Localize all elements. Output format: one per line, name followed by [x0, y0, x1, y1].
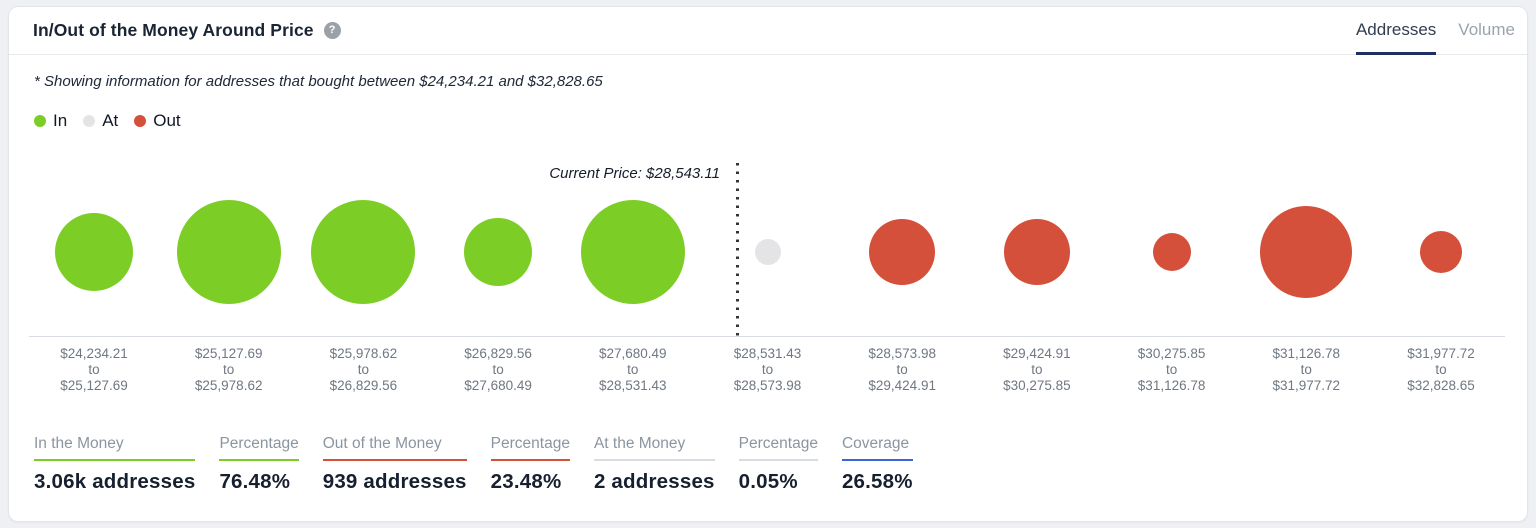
out-dot-icon [134, 115, 147, 127]
axis-price-from: $25,127.69 [194, 346, 263, 361]
axis-price-from: $24,234.21 [60, 346, 128, 361]
tab-bar: Addresses Volume [1355, 7, 1515, 55]
stat-value: 0.05% [738, 470, 798, 493]
x-axis-label: $24,234.21 to $25,127.69 [26, 346, 162, 394]
bubble-in[interactable] [176, 200, 281, 304]
stat-at-the-money: At the Money 2 addresses [593, 435, 715, 494]
x-axis-label: $28,573.98 to $29,424.91 [834, 346, 970, 394]
range-note: * Showing information for addresses that… [34, 73, 603, 90]
tab-volume[interactable]: Volume [1458, 7, 1515, 55]
axis-price-to: $29,424.91 [868, 378, 936, 393]
axis-separator: to [896, 362, 908, 377]
legend-item-out: Out [134, 111, 181, 131]
legend-label: In [53, 111, 68, 130]
x-axis-label: $31,126.78 to $31,977.72 [1238, 346, 1374, 394]
axis-separator: to [761, 362, 774, 377]
stat-label: At the Money [593, 435, 715, 461]
stat-value: 23.48% [490, 470, 562, 493]
axis-separator: to [492, 362, 504, 377]
stat-label: Percentage [738, 435, 818, 461]
axis-separator: to [1165, 362, 1178, 377]
axis-price-from: $30,275.85 [1137, 346, 1206, 361]
stat-label: Percentage [219, 435, 299, 461]
at-dot-icon [83, 115, 96, 127]
x-axis-label: $29,424.91 to $30,275.85 [969, 346, 1105, 394]
stat-percentage: Percentage 23.48% [490, 435, 570, 494]
x-axis-label: $27,680.49 to $28,531.43 [565, 346, 701, 394]
axis-separator: to [1031, 362, 1043, 377]
card-header: In/Out of the Money Around Price ? Addre… [9, 7, 1527, 55]
axis-separator: to [357, 362, 370, 377]
stat-label: Percentage [490, 435, 570, 461]
help-icon[interactable]: ? [323, 22, 341, 39]
axis-price-from: $29,424.91 [1003, 346, 1071, 361]
x-axis-label: $26,829.56 to $27,680.49 [430, 346, 566, 394]
bubble-in[interactable] [55, 213, 133, 291]
bubble-in[interactable] [311, 200, 416, 304]
bubble-out[interactable] [869, 219, 936, 285]
axis-price-to: $28,573.98 [733, 378, 802, 393]
axis-price-to: $30,275.85 [1003, 378, 1071, 393]
axis-price-from: $26,829.56 [464, 346, 532, 361]
in-out-money-card: In/Out of the Money Around Price ? Addre… [8, 6, 1528, 522]
x-axis-label: $25,127.69 to $25,978.62 [161, 346, 297, 394]
stat-label: Out of the Money [322, 435, 467, 461]
axis-price-to: $28,531.43 [599, 378, 667, 393]
bubble-out[interactable] [1260, 206, 1353, 298]
legend-label: At [102, 111, 119, 130]
stat-value: 2 addresses [593, 470, 715, 493]
axis-price-from: $31,977.72 [1407, 346, 1475, 361]
axis-separator: to [88, 362, 100, 377]
axis-price-to: $32,828.65 [1407, 378, 1475, 393]
axis-price-from: $28,531.43 [733, 346, 802, 361]
bubble-at[interactable] [754, 239, 781, 265]
axis-price-to: $27,680.49 [464, 378, 532, 393]
legend-label: Out [153, 111, 181, 130]
page-title: In/Out of the Money Around Price [33, 20, 314, 40]
axis-separator: to [223, 362, 235, 377]
bubble-in[interactable] [464, 218, 533, 286]
stat-value: 26.58% [841, 470, 913, 493]
x-axis-line [29, 336, 1505, 337]
stat-label: Coverage [841, 435, 913, 461]
in-dot-icon [34, 115, 46, 127]
bubble-out[interactable] [1003, 219, 1070, 285]
x-axis-label: $25,978.62 to $26,829.56 [295, 346, 431, 394]
legend-item-at: At [83, 111, 118, 131]
stat-in-the-money: In the Money 3.06k addresses [34, 435, 196, 494]
axis-price-from: $28,573.98 [868, 346, 936, 361]
x-axis-label: $28,531.43 to $28,573.98 [700, 346, 836, 394]
stat-value: 939 addresses [322, 470, 467, 493]
stat-value: 3.06k addresses [34, 470, 196, 493]
axis-price-from: $31,126.78 [1272, 346, 1341, 361]
axis-price-to: $31,977.72 [1272, 378, 1341, 393]
axis-price-to: $31,126.78 [1137, 378, 1206, 393]
tab-addresses[interactable]: Addresses [1355, 7, 1437, 55]
bubble-in[interactable] [580, 200, 685, 304]
stat-percentage: Percentage 0.05% [738, 435, 818, 494]
stat-out-of-the-money: Out of the Money 939 addresses [322, 435, 467, 494]
stat-percentage: Percentage 76.48% [219, 435, 299, 494]
axis-separator: to [1300, 362, 1312, 377]
stat-value: 76.48% [219, 470, 291, 493]
axis-separator: to [627, 362, 639, 377]
chart-legend: In At Out [34, 111, 181, 131]
axis-price-from: $25,978.62 [329, 346, 398, 361]
x-axis-label: $30,275.85 to $31,126.78 [1104, 346, 1240, 394]
stat-coverage: Coverage 26.58% [841, 435, 913, 494]
axis-price-to: $25,978.62 [194, 378, 263, 393]
stats-row: In the Money 3.06k addresses Percentage 76.… [34, 435, 913, 494]
current-price-label: Current Price: $28,543.11 [549, 165, 720, 182]
current-price-dotted-line [736, 163, 739, 338]
legend-item-in: In [34, 111, 67, 131]
axis-separator: to [1435, 362, 1447, 377]
axis-price-to: $25,127.69 [60, 378, 128, 393]
bubble-out[interactable] [1420, 231, 1462, 273]
x-axis-label: $31,977.72 to $32,828.65 [1373, 346, 1509, 394]
bubble-out[interactable] [1152, 233, 1191, 271]
stat-label: In the Money [34, 435, 196, 461]
axis-price-to: $26,829.56 [329, 378, 398, 393]
axis-price-from: $27,680.49 [599, 346, 667, 361]
